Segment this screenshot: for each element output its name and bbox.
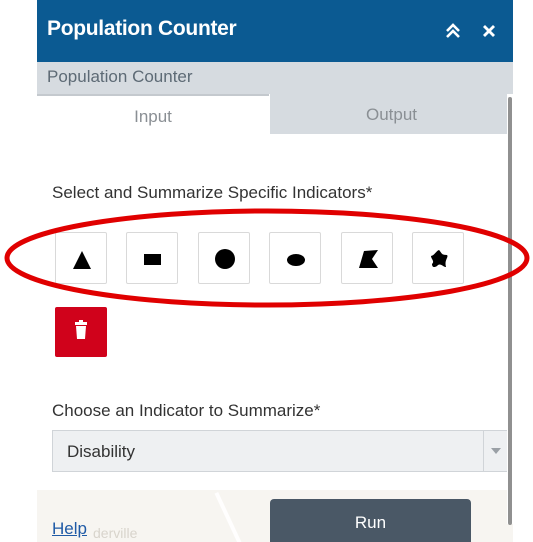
circle-icon	[215, 249, 235, 269]
indicators-label: Select and Summarize Specific Indicators…	[52, 183, 373, 202]
polygon-icon	[359, 250, 378, 268]
draw-triangle-button[interactable]	[55, 232, 107, 284]
draw-polygon-button[interactable]	[341, 232, 393, 284]
map-place-label: derville	[93, 525, 138, 541]
tab-input[interactable]: Input	[37, 94, 269, 134]
subheader-title: Population Counter	[47, 67, 193, 86]
help-link[interactable]: Help	[52, 519, 87, 539]
run-button[interactable]: Run	[270, 499, 471, 542]
draw-freehand-button[interactable]	[412, 232, 464, 284]
tab-bar: Input Output	[37, 94, 513, 134]
select-arrow-box[interactable]	[483, 431, 508, 471]
scrollbar-thumb[interactable]	[508, 97, 512, 525]
widget-subheader: Population Counter	[37, 62, 513, 94]
indicator-select-value: Disability	[67, 442, 136, 461]
panel-title: Population Counter	[47, 17, 237, 40]
freehand-icon	[431, 250, 448, 268]
ellipse-icon	[287, 254, 305, 266]
trash-icon	[75, 320, 87, 339]
draw-rectangle-button[interactable]	[126, 232, 178, 284]
rectangle-icon	[144, 254, 161, 265]
title-bar: Population Counter	[37, 0, 513, 62]
indicator-select[interactable]: Disability	[52, 430, 509, 472]
close-icon[interactable]	[478, 20, 500, 42]
double-chevron-up-icon[interactable]	[442, 20, 464, 42]
population-counter-panel: Population Counter Population Counter In…	[37, 0, 513, 542]
draw-circle-button[interactable]	[198, 232, 250, 284]
chevron-down-icon	[491, 448, 501, 454]
tab-output[interactable]: Output	[270, 94, 513, 134]
summarize-label: Choose an Indicator to Summarize*	[52, 401, 321, 420]
triangle-icon	[73, 251, 91, 269]
clear-drawings-button[interactable]	[55, 307, 107, 357]
draw-ellipse-button[interactable]	[269, 232, 321, 284]
